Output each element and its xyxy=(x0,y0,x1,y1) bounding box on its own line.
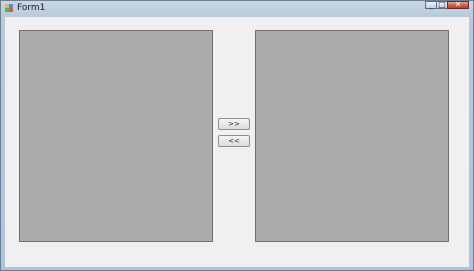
left-list-panel[interactable] xyxy=(19,30,213,242)
move-right-button[interactable]: >> xyxy=(218,118,250,130)
move-left-button[interactable]: << xyxy=(218,135,250,147)
form-client-area: >> << xyxy=(5,17,469,267)
title-bar[interactable]: Form1 _ □ ✕ xyxy=(1,0,473,16)
maximize-icon: □ xyxy=(438,0,446,9)
minimize-icon: _ xyxy=(429,0,433,9)
close-button[interactable]: ✕ xyxy=(447,0,469,9)
app-icon xyxy=(5,4,13,12)
right-list-panel[interactable] xyxy=(255,30,449,242)
caption-buttons: _ □ ✕ xyxy=(425,0,469,9)
form-window: Form1 _ □ ✕ >> << xyxy=(0,0,474,271)
window-title: Form1 xyxy=(17,3,46,13)
close-icon: ✕ xyxy=(454,0,462,9)
